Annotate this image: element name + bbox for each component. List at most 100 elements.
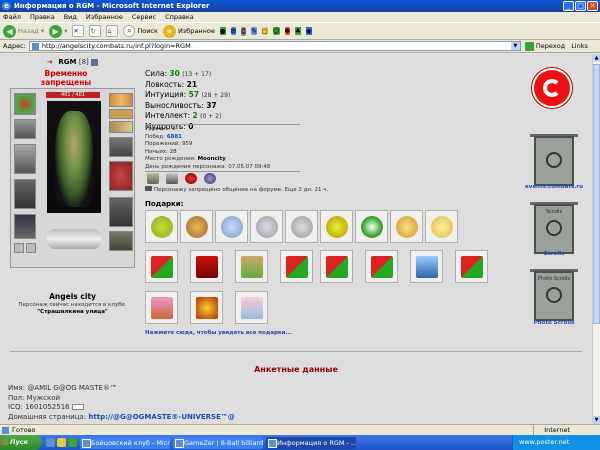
page-icon — [31, 43, 39, 50]
quick-ie-icon[interactable] — [46, 438, 55, 447]
forum-ban-notice: Персонажу запрещено общение на форуме. Е… — [145, 186, 328, 193]
character-level: [8] — [78, 58, 89, 66]
scrolls-link[interactable]: Scrolls — [520, 251, 588, 257]
mail-icon[interactable]: ✉ — [230, 27, 236, 35]
media-icon[interactable]: ● — [219, 27, 226, 35]
scroll-thumb[interactable] — [593, 64, 600, 324]
links-button[interactable]: Links — [571, 42, 588, 50]
addon-icon[interactable]: ♣ — [295, 27, 301, 35]
bracer-slot[interactable] — [14, 119, 36, 139]
gift-item[interactable] — [410, 250, 443, 283]
events-link[interactable]: events.combats.ru — [520, 184, 588, 190]
badge-3-icon[interactable] — [185, 173, 197, 184]
stats-block: Сила: 30 (13 + 17) Ловкость: 21 Интуиция… — [145, 69, 230, 132]
events-banner[interactable] — [534, 136, 574, 186]
discuss-icon[interactable]: ▢ — [261, 27, 268, 35]
menu-help[interactable]: Справка — [165, 12, 194, 22]
rings-slot[interactable] — [109, 121, 133, 133]
taskbar-item-active[interactable]: Информация о RGM - ... — [266, 436, 356, 449]
gift-item[interactable] — [355, 210, 388, 243]
gift-item[interactable] — [145, 250, 178, 283]
gift-item[interactable] — [280, 250, 313, 283]
badge-4-icon[interactable] — [204, 173, 216, 184]
homepage-link[interactable]: http://@G@OGMASTE®-UNIVERSE™@ — [88, 413, 235, 421]
gift-item[interactable] — [365, 250, 398, 283]
menu-edit[interactable]: Правка — [30, 12, 55, 22]
shield-slot[interactable] — [109, 161, 133, 191]
scroll-slot-2[interactable] — [26, 243, 36, 253]
combats-logo[interactable] — [532, 68, 572, 108]
gift-item[interactable] — [180, 210, 213, 243]
gift-item[interactable] — [455, 250, 488, 283]
back-button[interactable]: ◀ Назад ▾ — [3, 24, 44, 38]
weapon-slot[interactable] — [14, 144, 36, 174]
quick-media-icon[interactable] — [68, 438, 77, 447]
info-icon[interactable] — [91, 58, 99, 66]
gift-item[interactable] — [320, 250, 353, 283]
all-gifts-link[interactable]: Нажмите сюда, чтобы увидеть все подарки.… — [145, 330, 292, 336]
vertical-scrollbar[interactable]: ▲ ▼ — [592, 54, 600, 424]
profile-section-title: Анкетные данные — [254, 365, 338, 374]
home-icon[interactable]: ⌂ — [106, 25, 119, 37]
photo-scrolls-banner[interactable]: Photo Scrolls — [534, 271, 574, 321]
search-button[interactable]: ⌕ Поиск — [123, 25, 158, 37]
menu-tools[interactable]: Сервис — [132, 12, 156, 22]
gift-item[interactable] — [145, 291, 178, 324]
gloves-slot[interactable] — [109, 137, 133, 157]
edit-icon[interactable]: ✎ — [251, 27, 257, 35]
character-figure — [55, 111, 93, 207]
legs-slot[interactable] — [109, 197, 133, 227]
battle-info: Уровень: 8 Побед: 6881 Поражений: 959 Ни… — [145, 126, 270, 171]
photo-scrolls-link[interactable]: Photo Scrolls — [520, 320, 588, 326]
gift-item[interactable] — [235, 250, 268, 283]
start-button[interactable]: Пуск — [0, 435, 42, 450]
boots-slot[interactable] — [109, 231, 133, 251]
taskbar-item[interactable]: GameZer | 8-Ball billiards... — [173, 436, 263, 449]
gift-item[interactable] — [320, 210, 353, 243]
earrings-slot[interactable] — [109, 93, 133, 107]
messenger-icon[interactable]: ☺ — [272, 27, 280, 35]
badge-2-icon[interactable] — [166, 173, 178, 184]
badge-1-icon[interactable] — [147, 173, 159, 184]
taskbar-item[interactable]: Бойцовский клуб - Micr... — [80, 436, 170, 449]
gift-item[interactable] — [425, 210, 458, 243]
scrolls-banner[interactable]: Scrolls — [534, 204, 574, 254]
favorites-button[interactable]: ★ Избранное — [162, 24, 215, 38]
gift-item[interactable] — [390, 210, 423, 243]
scroll-up-icon[interactable]: ▲ — [593, 54, 600, 62]
refresh-icon[interactable]: ↻ — [89, 25, 102, 37]
gift-item[interactable] — [235, 291, 268, 324]
window-title: Информация о RGM - Microsoft Internet Ex… — [14, 2, 210, 10]
amulet-slot[interactable] — [109, 109, 133, 119]
stop-icon[interactable]: ✕ — [72, 25, 85, 37]
go-button[interactable]: Переход — [524, 41, 565, 51]
gift-item[interactable] — [190, 291, 223, 324]
address-input[interactable]: http://angelscity.combats.ru/inf.pl?logi… — [28, 41, 521, 51]
minimize-button[interactable]: _ — [563, 1, 574, 11]
belt-slot[interactable] — [14, 214, 36, 239]
forward-button[interactable]: ▶ ▾ — [49, 24, 67, 38]
menu-view[interactable]: Вид — [64, 12, 77, 22]
gift-item[interactable] — [145, 210, 178, 243]
scroll-down-icon[interactable]: ▼ — [593, 416, 600, 424]
crossed-swords-icon — [546, 152, 562, 168]
gift-item[interactable] — [285, 210, 318, 243]
dropdown-arrow-icon[interactable]: ▼ — [510, 42, 520, 50]
gift-item[interactable] — [215, 210, 248, 243]
security-zone: Internet — [533, 425, 570, 435]
research-icon[interactable]: ✱ — [284, 27, 291, 35]
gift-item[interactable] — [190, 250, 223, 283]
maximize-button[interactable]: □ — [575, 1, 586, 11]
close-button[interactable]: ✕ — [587, 1, 598, 11]
helmet-slot[interactable] — [14, 93, 36, 115]
scroll-slot-1[interactable] — [14, 243, 24, 253]
armor-slot[interactable] — [14, 179, 36, 209]
menu-file[interactable]: Файл — [3, 12, 21, 22]
addon2-icon[interactable]: ◉ — [305, 27, 312, 35]
personal-data: Имя: @AMIL G@OG MASTE®™ Пол: Мужской ICQ… — [8, 384, 235, 422]
print-icon[interactable]: ⎙ — [240, 26, 247, 36]
menu-favorites[interactable]: Избранное — [86, 12, 123, 22]
private-message-arrow-icon[interactable]: ➔ — [47, 58, 53, 66]
gift-item[interactable] — [250, 210, 283, 243]
quick-folder-icon[interactable] — [57, 438, 66, 447]
